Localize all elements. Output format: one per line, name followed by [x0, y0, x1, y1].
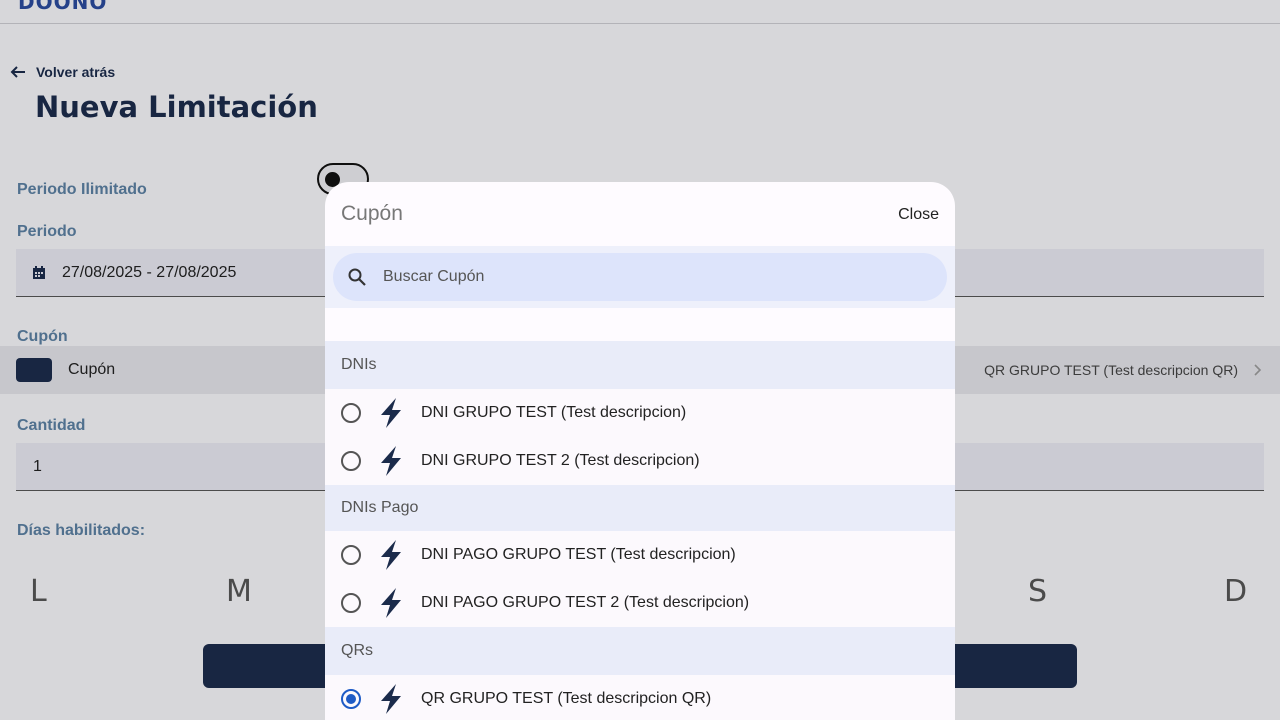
coupon-option-label: DNI PAGO GRUPO TEST (Test descripcion) — [421, 546, 736, 563]
bolt-icon — [381, 684, 401, 714]
group-header: DNIs — [325, 341, 955, 389]
group-header: QRs — [325, 627, 955, 675]
modal-header: Cupón Close — [325, 182, 955, 246]
close-button[interactable]: Close — [898, 206, 939, 224]
coupon-option[interactable]: QR GRUPO TEST (Test descripcion QR) — [325, 675, 955, 720]
radio-button[interactable] — [341, 545, 361, 565]
radio-button-selected[interactable] — [341, 689, 361, 709]
radio-button[interactable] — [341, 451, 361, 471]
coupon-option-label: DNI GRUPO TEST 2 (Test descripcion) — [421, 452, 700, 469]
bolt-icon — [381, 446, 401, 476]
coupon-option-label: QR GRUPO TEST (Test descripcion QR) — [421, 690, 712, 707]
coupon-option-label: DNI GRUPO TEST (Test descripcion) — [421, 404, 687, 421]
radio-button[interactable] — [341, 593, 361, 613]
search-bar-wrap — [325, 246, 955, 308]
radio-button[interactable] — [341, 403, 361, 423]
bolt-icon — [381, 588, 401, 618]
cupon-modal: Cupón Close DNIs DNI GRUPO TEST (Test de… — [325, 182, 955, 720]
coupon-option[interactable]: DNI PAGO GRUPO TEST 2 (Test descripcion) — [325, 579, 955, 627]
coupon-list: DNIs DNI GRUPO TEST (Test descripcion) D… — [325, 341, 955, 720]
bolt-icon — [381, 540, 401, 570]
group-header: DNIs Pago — [325, 485, 955, 531]
bolt-icon — [381, 398, 401, 428]
coupon-option[interactable]: DNI PAGO GRUPO TEST (Test descripcion) — [325, 531, 955, 579]
modal-title: Cupón — [341, 202, 403, 225]
coupon-option-label: DNI PAGO GRUPO TEST 2 (Test descripcion) — [421, 594, 750, 611]
coupon-option[interactable]: DNI GRUPO TEST 2 (Test descripcion) — [325, 437, 955, 485]
search-bar — [333, 253, 947, 301]
search-input[interactable] — [383, 253, 933, 301]
search-icon — [348, 268, 366, 286]
coupon-option[interactable]: DNI GRUPO TEST (Test descripcion) — [325, 389, 955, 437]
